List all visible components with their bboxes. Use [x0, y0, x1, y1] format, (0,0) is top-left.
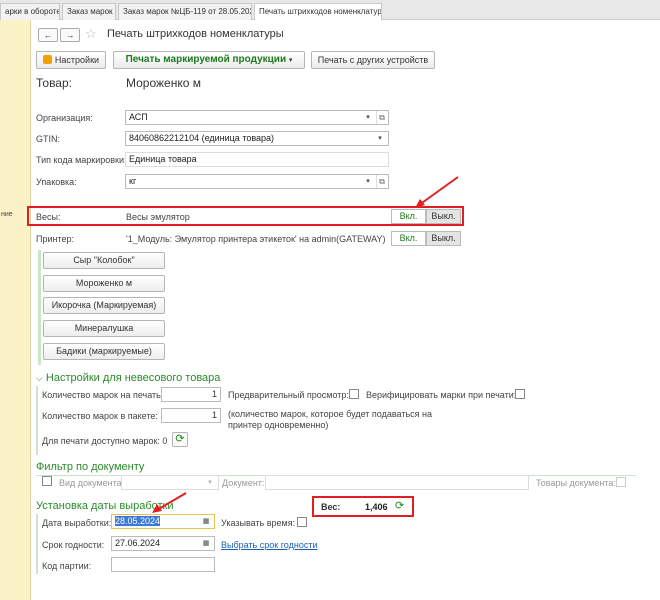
- back-button[interactable]: ←: [38, 28, 58, 42]
- available-marks-label: Для печати доступно марок: 0: [42, 436, 168, 446]
- chevron-down-icon: ▾: [208, 479, 212, 486]
- pack-value: кг: [129, 176, 137, 186]
- qty-pack-input[interactable]: 1: [161, 408, 221, 423]
- gtin-field[interactable]: 84060862212104 (единица товара) ▾: [125, 131, 389, 146]
- product-button-icecream[interactable]: Мороженко м: [43, 275, 165, 292]
- product-label: Товар:: [36, 76, 72, 90]
- code-type-field: Единица товара: [125, 152, 389, 167]
- production-date-label: Дата выработки:: [42, 518, 112, 528]
- chevron-down-icon[interactable]: ▾: [362, 111, 374, 124]
- tab-bar: арки в обороте× Заказ марок× Заказ марок…: [0, 0, 660, 21]
- expiry-field[interactable]: 27.06.2024 ▦: [111, 536, 215, 551]
- printer-off-button[interactable]: Выкл.: [426, 231, 461, 246]
- scales-value: Весы эмулятор: [126, 212, 190, 222]
- print-other-devices-button[interactable]: Печать с других устройств: [311, 51, 435, 69]
- chevron-down-icon[interactable]: ▾: [362, 175, 374, 188]
- specify-time-checkbox[interactable]: [297, 517, 307, 527]
- dropdown-arrow-icon: ▾: [288, 57, 293, 64]
- left-panel: ние: [0, 20, 31, 600]
- refresh-available-icon[interactable]: ⟳: [172, 432, 188, 447]
- doc-field: [265, 475, 529, 490]
- batch-code-field[interactable]: [111, 557, 215, 572]
- calendar-icon[interactable]: ▦: [200, 537, 212, 550]
- doc-label: Документ:: [222, 478, 265, 488]
- print-marked-button[interactable]: Печать маркируемой продукции ▾: [113, 51, 305, 69]
- gtin-value: 84060862212104 (единица товара): [129, 133, 275, 143]
- production-date-value: 28.05.2024: [115, 516, 161, 526]
- qty-print-input[interactable]: 1: [161, 387, 221, 402]
- preview-label: Предварительный просмотр:: [228, 390, 349, 400]
- verify-checkbox[interactable]: [515, 389, 525, 399]
- pack-field[interactable]: кг ▾ ⧉: [125, 174, 389, 189]
- weight-label: Вес:: [321, 502, 341, 512]
- printer-on-button[interactable]: Вкл.: [391, 231, 426, 246]
- forward-button[interactable]: →: [60, 28, 80, 42]
- doc-filter-checkbox[interactable]: [42, 476, 52, 486]
- scales-on-button[interactable]: Вкл.: [391, 209, 426, 224]
- scales-off-button[interactable]: Выкл.: [426, 209, 461, 224]
- chevron-down-icon[interactable]: ▾: [374, 132, 386, 145]
- org-field[interactable]: АСП ▾ ⧉: [125, 110, 389, 125]
- calendar-icon[interactable]: ▦: [200, 515, 212, 528]
- qty-print-label: Количество марок на печать:: [42, 390, 164, 400]
- non-weight-title: Настройки для невесового товара: [45, 372, 221, 384]
- favorite-star-icon[interactable]: ☆: [85, 26, 97, 42]
- settings-gear-icon: [42, 55, 52, 65]
- product-button-caviar[interactable]: Икорочка (Маркируемая): [43, 297, 165, 314]
- product-button-badiki[interactable]: Бадики (маркируемые): [43, 343, 165, 360]
- scales-label: Весы:: [36, 212, 61, 222]
- tab-label: арки в обороте: [5, 7, 60, 16]
- tab-print-barcodes[interactable]: Печать штрихкодов номенклатуры×: [254, 3, 382, 21]
- printer-value: '1_Модуль: Эмулятор принтера этикеток' н…: [126, 234, 386, 244]
- batch-code-label: Код партии:: [42, 561, 92, 571]
- settings-button[interactable]: Настройки: [36, 51, 106, 69]
- choose-expiry-link[interactable]: Выбрать срок годности: [221, 540, 317, 550]
- tab-label: Печать штрихкодов номенклатуры: [259, 7, 382, 16]
- tab-mark-order-doc[interactable]: Заказ марок №ЦБ-119 от 28.05.2024×: [118, 3, 252, 20]
- tab-label: Заказ марок: [67, 7, 113, 16]
- page-title: Печать штрихкодов номенклатуры: [107, 28, 284, 40]
- gtin-label: GTIN:: [36, 134, 60, 144]
- preview-checkbox[interactable]: [349, 389, 359, 399]
- chevron-down-icon: ⌵: [36, 373, 43, 383]
- expiry-value: 27.06.2024: [115, 538, 161, 548]
- refresh-weight-icon[interactable]: ⟳: [395, 499, 404, 512]
- code-type-label: Тип кода маркировки:: [36, 155, 127, 165]
- doc-filter-title: Фильтр по документу: [36, 461, 145, 473]
- print-marked-label: Печать маркируемой продукции: [125, 54, 287, 65]
- doc-type-label: Вид документа:: [59, 478, 125, 488]
- verify-label: Верифицировать марки при печати:: [366, 390, 517, 400]
- org-label: Организация:: [36, 113, 93, 123]
- section-divider: [36, 514, 38, 574]
- section-divider: [36, 386, 38, 455]
- settings-label: Настройки: [54, 55, 100, 65]
- product-list-bar: [38, 250, 41, 365]
- tab-mark-order[interactable]: Заказ марок×: [62, 3, 116, 20]
- org-value: АСП: [129, 112, 148, 122]
- tab-marks-turnover[interactable]: арки в обороте×: [0, 3, 60, 20]
- qty-pack-label: Количество марок в пакете:: [42, 411, 158, 421]
- non-weight-section-title[interactable]: ⌵ Настройки для невесового товара: [36, 372, 220, 384]
- product-button-mineral[interactable]: Минералушка: [43, 320, 165, 337]
- goods-checkbox: [616, 477, 626, 487]
- printer-label: Принтер:: [36, 234, 75, 244]
- pack-label: Упаковка:: [36, 177, 77, 187]
- left-panel-fragment[interactable]: ние: [1, 211, 13, 218]
- tab-label: Заказ марок №ЦБ-119 от 28.05.2024: [123, 7, 252, 16]
- open-icon[interactable]: ⧉: [376, 111, 387, 124]
- product-button-cheese[interactable]: Сыр "Колобок": [43, 252, 165, 269]
- production-date-field[interactable]: 28.05.2024 ▦: [111, 514, 215, 529]
- print-form: ← → ☆ Печать штрихкодов номенклатуры Нас…: [27, 20, 660, 600]
- goods-label: Товары документа:: [536, 478, 616, 488]
- weight-value: 1,406: [365, 502, 388, 512]
- specify-time-label: Указывать время:: [221, 518, 296, 528]
- product-value: Мороженко м: [126, 76, 201, 90]
- annotation-arrow-production: [152, 492, 187, 513]
- doc-type-field: ▾: [121, 475, 219, 490]
- expiry-label: Срок годности:: [42, 540, 105, 550]
- qty-pack-note: (количество марок, которое будет подават…: [228, 409, 432, 430]
- open-icon[interactable]: ⧉: [376, 175, 387, 188]
